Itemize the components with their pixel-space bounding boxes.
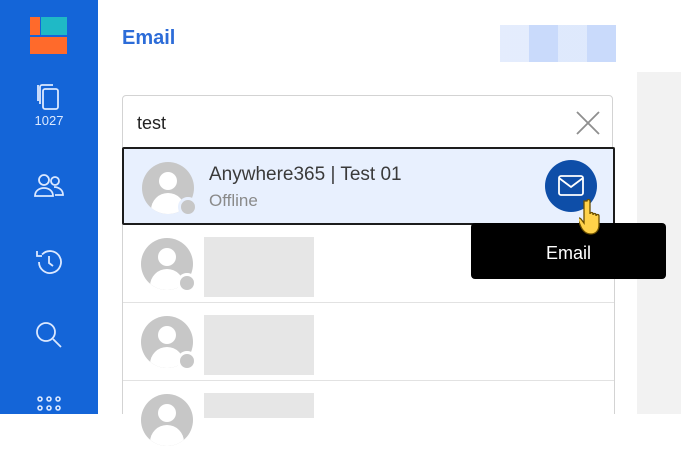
search-icon xyxy=(36,322,62,348)
close-icon xyxy=(576,111,600,135)
email-tooltip: Email xyxy=(471,223,666,279)
contact-status: Offline xyxy=(209,191,258,210)
contact-row[interactable] xyxy=(123,381,614,458)
sidebar-item-documents[interactable]: 1027 xyxy=(0,82,98,128)
redacted-contact-details xyxy=(204,393,314,418)
sidebar-item-contacts[interactable] xyxy=(0,172,98,200)
document-count: 1027 xyxy=(34,113,64,128)
search-input[interactable] xyxy=(137,110,557,136)
presence-indicator xyxy=(177,273,197,293)
history-icon xyxy=(36,250,62,274)
search-box xyxy=(122,95,613,150)
contact-row[interactable]: Anywhere365 | Test 01 Offline xyxy=(122,147,615,225)
page-title: Email xyxy=(122,27,176,49)
search-results: Anywhere365 | Test 01 Offline xyxy=(122,147,615,446)
app-logo xyxy=(30,17,67,54)
presence-indicator xyxy=(178,197,198,217)
sidebar-item-history[interactable] xyxy=(0,247,98,277)
contact-name: Anywhere365 | Test 01 xyxy=(209,164,402,185)
clear-search-button[interactable] xyxy=(575,110,601,136)
redacted-contact-details xyxy=(204,237,314,297)
mail-icon xyxy=(558,175,584,196)
presence-indicator xyxy=(177,351,197,371)
people-icon xyxy=(34,174,64,197)
contact-row[interactable] xyxy=(123,303,614,381)
sidebar-item-search[interactable] xyxy=(0,320,98,350)
redacted-user-info xyxy=(500,25,616,62)
hand-cursor-icon xyxy=(579,198,600,235)
avatar xyxy=(141,394,193,446)
sidebar: 1027 xyxy=(0,0,98,414)
copy-icon xyxy=(37,84,59,110)
redacted-contact-details xyxy=(204,315,314,375)
grid-icon xyxy=(37,396,61,411)
sidebar-item-apps[interactable] xyxy=(0,394,98,424)
